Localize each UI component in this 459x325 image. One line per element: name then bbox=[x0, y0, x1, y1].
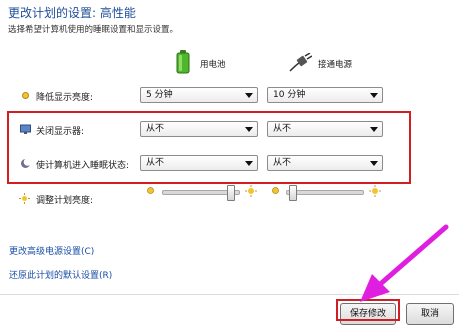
plugged-column-label: 接通电源 bbox=[318, 60, 353, 70]
brightness-high-icon bbox=[369, 185, 381, 197]
dim-display-icon bbox=[20, 90, 31, 101]
annotation-arrow bbox=[350, 224, 450, 306]
turn-off-display-battery-select[interactable]: 从不 bbox=[140, 121, 258, 137]
sleep-label: 使计算机进入睡眠状态: bbox=[36, 161, 130, 171]
turn-off-display-label: 关闭显示器: bbox=[36, 127, 85, 137]
brightness-low-icon bbox=[271, 186, 280, 195]
chevron-down-icon bbox=[370, 127, 378, 132]
battery-icon bbox=[176, 50, 190, 74]
chevron-down-icon bbox=[245, 161, 253, 166]
turn-off-display-plugged-select[interactable]: 从不 bbox=[267, 121, 383, 137]
battery-brightness-slider[interactable] bbox=[162, 185, 242, 201]
brightness-low-icon bbox=[146, 186, 155, 195]
restore-defaults-link[interactable]: 还原此计划的默认设置(R) bbox=[9, 268, 112, 281]
brightness-icon bbox=[19, 193, 30, 204]
moon-sleep-icon bbox=[20, 158, 32, 169]
cancel-button[interactable]: 取消 bbox=[406, 303, 454, 325]
dim-display-battery-value: 5 分钟 bbox=[146, 90, 173, 100]
chevron-down-icon bbox=[370, 93, 378, 98]
sleep-battery-select[interactable]: 从不 bbox=[140, 155, 258, 171]
dim-display-plugged-select[interactable]: 10 分钟 bbox=[267, 87, 383, 103]
dim-display-plugged-value: 10 分钟 bbox=[273, 90, 306, 100]
battery-column-label: 用电池 bbox=[200, 60, 226, 70]
slider-thumb[interactable] bbox=[289, 185, 297, 201]
page-title: 更改计划的设置: 高性能 bbox=[8, 6, 136, 20]
slider-thumb[interactable] bbox=[227, 185, 235, 201]
turn-off-display-plugged-value: 从不 bbox=[273, 124, 292, 134]
monitor-icon bbox=[20, 124, 31, 135]
sleep-plugged-value: 从不 bbox=[273, 158, 292, 168]
chevron-down-icon bbox=[245, 127, 253, 132]
turn-off-display-battery-value: 从不 bbox=[146, 124, 165, 134]
slider-track bbox=[286, 190, 364, 195]
sleep-plugged-select[interactable]: 从不 bbox=[267, 155, 383, 171]
brightness-label: 调整计划亮度: bbox=[36, 196, 94, 206]
brightness-high-icon bbox=[245, 185, 257, 197]
chevron-down-icon bbox=[370, 161, 378, 166]
power-plug-icon bbox=[288, 52, 313, 73]
dim-display-battery-select[interactable]: 5 分钟 bbox=[140, 87, 258, 103]
chevron-down-icon bbox=[245, 93, 253, 98]
advanced-settings-link[interactable]: 更改高级电源设置(C) bbox=[9, 244, 94, 257]
sleep-battery-value: 从不 bbox=[146, 158, 165, 168]
page-subtitle: 选择希望计算机使用的睡眠设置和显示设置。 bbox=[8, 25, 179, 35]
dim-display-label: 降低显示亮度: bbox=[36, 93, 94, 103]
plugged-brightness-slider[interactable] bbox=[286, 185, 366, 201]
